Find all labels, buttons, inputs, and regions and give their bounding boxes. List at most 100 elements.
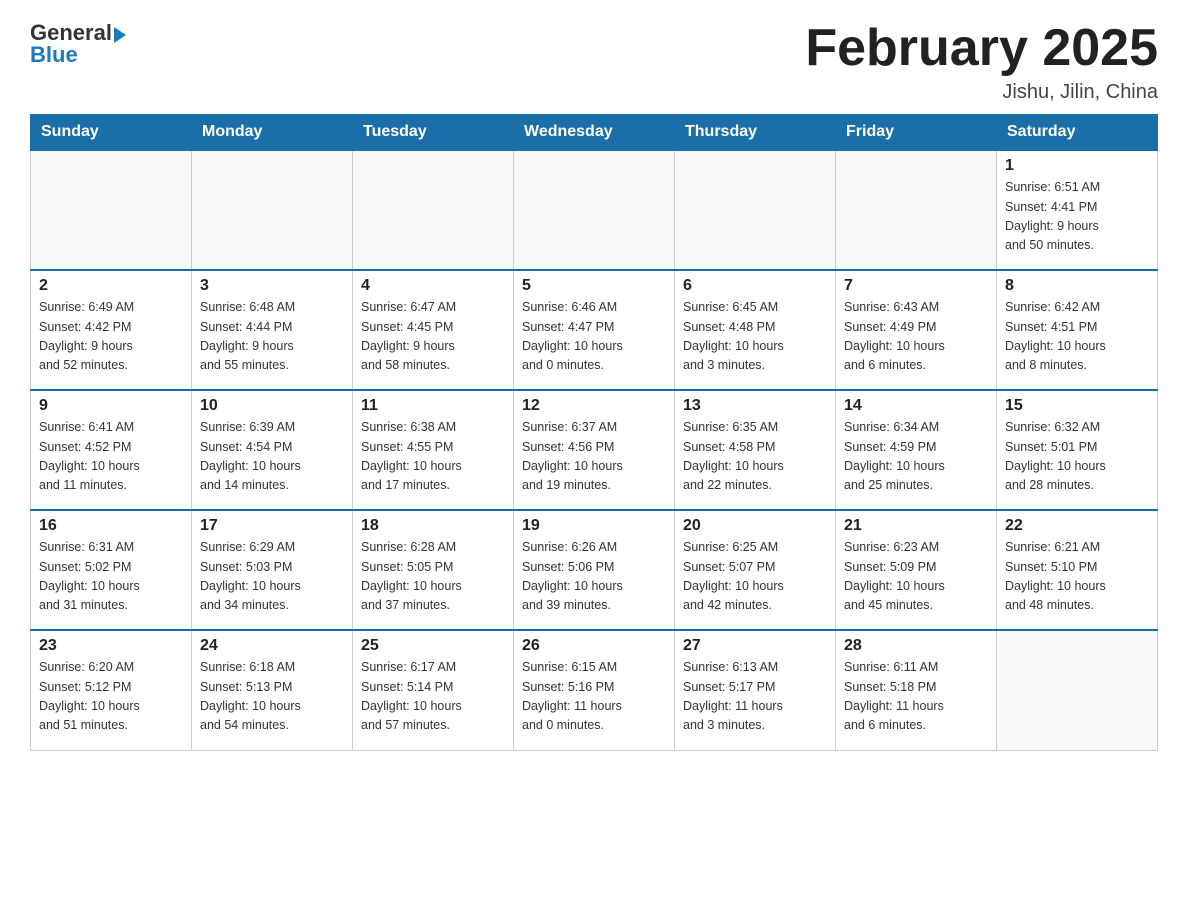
day-number: 25 [361, 637, 505, 655]
day-info: Sunrise: 6:21 AM Sunset: 5:10 PM Dayligh… [1005, 538, 1149, 616]
calendar-table: SundayMondayTuesdayWednesdayThursdayFrid… [30, 114, 1158, 751]
day-number: 20 [683, 517, 827, 535]
day-info: Sunrise: 6:26 AM Sunset: 5:06 PM Dayligh… [522, 538, 666, 616]
calendar-cell: 23 Sunrise: 6:20 AM Sunset: 5:12 PM Dayli… [31, 630, 192, 750]
day-number: 3 [200, 277, 344, 295]
day-number: 28 [844, 637, 988, 655]
logo-arrow-icon [114, 27, 126, 43]
calendar-cell: 10 Sunrise: 6:39 AM Sunset: 4:54 PM Dayli… [192, 390, 353, 510]
day-info: Sunrise: 6:43 AM Sunset: 4:49 PM Dayligh… [844, 298, 988, 376]
calendar-cell: 20 Sunrise: 6:25 AM Sunset: 5:07 PM Dayli… [675, 510, 836, 630]
day-info: Sunrise: 6:42 AM Sunset: 4:51 PM Dayligh… [1005, 298, 1149, 376]
week-row-3: 9 Sunrise: 6:41 AM Sunset: 4:52 PM Daylig… [31, 390, 1158, 510]
calendar-cell: 18 Sunrise: 6:28 AM Sunset: 5:05 PM Dayli… [353, 510, 514, 630]
column-header-tuesday: Tuesday [353, 115, 514, 151]
calendar-cell [353, 150, 514, 270]
day-number: 27 [683, 637, 827, 655]
calendar-cell: 1 Sunrise: 6:51 AM Sunset: 4:41 PM Daylig… [997, 150, 1158, 270]
day-info: Sunrise: 6:38 AM Sunset: 4:55 PM Dayligh… [361, 418, 505, 496]
calendar-cell [675, 150, 836, 270]
day-number: 21 [844, 517, 988, 535]
day-number: 10 [200, 397, 344, 415]
day-number: 2 [39, 277, 183, 295]
day-number: 19 [522, 517, 666, 535]
day-number: 7 [844, 277, 988, 295]
calendar-cell: 17 Sunrise: 6:29 AM Sunset: 5:03 PM Dayli… [192, 510, 353, 630]
logo: General Blue [30, 20, 126, 68]
week-row-5: 23 Sunrise: 6:20 AM Sunset: 5:12 PM Dayli… [31, 630, 1158, 750]
day-number: 16 [39, 517, 183, 535]
day-info: Sunrise: 6:15 AM Sunset: 5:16 PM Dayligh… [522, 658, 666, 736]
calendar-cell: 8 Sunrise: 6:42 AM Sunset: 4:51 PM Daylig… [997, 270, 1158, 390]
calendar-cell: 11 Sunrise: 6:38 AM Sunset: 4:55 PM Dayli… [353, 390, 514, 510]
day-number: 14 [844, 397, 988, 415]
week-row-4: 16 Sunrise: 6:31 AM Sunset: 5:02 PM Dayli… [31, 510, 1158, 630]
day-info: Sunrise: 6:11 AM Sunset: 5:18 PM Dayligh… [844, 658, 988, 736]
day-number: 1 [1005, 157, 1149, 175]
day-info: Sunrise: 6:35 AM Sunset: 4:58 PM Dayligh… [683, 418, 827, 496]
column-header-wednesday: Wednesday [514, 115, 675, 151]
calendar-subtitle: Jishu, Jilin, China [805, 81, 1158, 104]
day-number: 4 [361, 277, 505, 295]
day-info: Sunrise: 6:17 AM Sunset: 5:14 PM Dayligh… [361, 658, 505, 736]
day-info: Sunrise: 6:51 AM Sunset: 4:41 PM Dayligh… [1005, 178, 1149, 256]
calendar-cell [192, 150, 353, 270]
calendar-cell: 14Sunrise: 6:34 AM Sunset: 4:59 PM Dayli… [836, 390, 997, 510]
calendar-cell: 16 Sunrise: 6:31 AM Sunset: 5:02 PM Dayli… [31, 510, 192, 630]
calendar-cell: 13 Sunrise: 6:35 AM Sunset: 4:58 PM Dayli… [675, 390, 836, 510]
calendar-cell: 5 Sunrise: 6:46 AM Sunset: 4:47 PM Daylig… [514, 270, 675, 390]
calendar-title: February 2025 [805, 20, 1158, 77]
day-info: Sunrise: 6:48 AM Sunset: 4:44 PM Dayligh… [200, 298, 344, 376]
day-info: Sunrise: 6:46 AM Sunset: 4:47 PM Dayligh… [522, 298, 666, 376]
column-header-saturday: Saturday [997, 115, 1158, 151]
day-info: Sunrise: 6:41 AM Sunset: 4:52 PM Dayligh… [39, 418, 183, 496]
column-header-thursday: Thursday [675, 115, 836, 151]
calendar-cell: 22Sunrise: 6:21 AM Sunset: 5:10 PM Dayli… [997, 510, 1158, 630]
calendar-cell: 6 Sunrise: 6:45 AM Sunset: 4:48 PM Daylig… [675, 270, 836, 390]
calendar-cell: 3 Sunrise: 6:48 AM Sunset: 4:44 PM Daylig… [192, 270, 353, 390]
day-info: Sunrise: 6:13 AM Sunset: 5:17 PM Dayligh… [683, 658, 827, 736]
day-number: 18 [361, 517, 505, 535]
day-info: Sunrise: 6:31 AM Sunset: 5:02 PM Dayligh… [39, 538, 183, 616]
day-info: Sunrise: 6:23 AM Sunset: 5:09 PM Dayligh… [844, 538, 988, 616]
column-header-monday: Monday [192, 115, 353, 151]
day-number: 26 [522, 637, 666, 655]
day-info: Sunrise: 6:20 AM Sunset: 5:12 PM Dayligh… [39, 658, 183, 736]
day-number: 12 [522, 397, 666, 415]
column-header-friday: Friday [836, 115, 997, 151]
calendar-cell: 26 Sunrise: 6:15 AM Sunset: 5:16 PM Dayli… [514, 630, 675, 750]
week-row-2: 2 Sunrise: 6:49 AM Sunset: 4:42 PM Daylig… [31, 270, 1158, 390]
day-info: Sunrise: 6:18 AM Sunset: 5:13 PM Dayligh… [200, 658, 344, 736]
day-number: 24 [200, 637, 344, 655]
day-info: Sunrise: 6:29 AM Sunset: 5:03 PM Dayligh… [200, 538, 344, 616]
column-header-sunday: Sunday [31, 115, 192, 151]
day-number: 8 [1005, 277, 1149, 295]
calendar-cell: 24 Sunrise: 6:18 AM Sunset: 5:13 PM Dayli… [192, 630, 353, 750]
day-info: Sunrise: 6:45 AM Sunset: 4:48 PM Dayligh… [683, 298, 827, 376]
day-number: 15 [1005, 397, 1149, 415]
day-number: 11 [361, 397, 505, 415]
day-info: Sunrise: 6:49 AM Sunset: 4:42 PM Dayligh… [39, 298, 183, 376]
calendar-cell: 9 Sunrise: 6:41 AM Sunset: 4:52 PM Daylig… [31, 390, 192, 510]
calendar-cell: 15 Sunrise: 6:32 AM Sunset: 5:01 PM Dayli… [997, 390, 1158, 510]
day-info: Sunrise: 6:37 AM Sunset: 4:56 PM Dayligh… [522, 418, 666, 496]
title-section: February 2025 Jishu, Jilin, China [805, 20, 1158, 104]
calendar-cell [836, 150, 997, 270]
day-number: 13 [683, 397, 827, 415]
day-number: 9 [39, 397, 183, 415]
day-number: 23 [39, 637, 183, 655]
calendar-cell: 7 Sunrise: 6:43 AM Sunset: 4:49 PM Daylig… [836, 270, 997, 390]
calendar-cell: 28 Sunrise: 6:11 AM Sunset: 5:18 PM Dayli… [836, 630, 997, 750]
day-number: 17 [200, 517, 344, 535]
day-info: Sunrise: 6:28 AM Sunset: 5:05 PM Dayligh… [361, 538, 505, 616]
day-number: 6 [683, 277, 827, 295]
calendar-cell [514, 150, 675, 270]
calendar-cell [31, 150, 192, 270]
calendar-cell: 12 Sunrise: 6:37 AM Sunset: 4:56 PM Dayli… [514, 390, 675, 510]
day-info: Sunrise: 6:39 AM Sunset: 4:54 PM Dayligh… [200, 418, 344, 496]
calendar-cell: 4Sunrise: 6:47 AM Sunset: 4:45 PM Daylig… [353, 270, 514, 390]
day-info: Sunrise: 6:32 AM Sunset: 5:01 PM Dayligh… [1005, 418, 1149, 496]
day-info: Sunrise: 6:25 AM Sunset: 5:07 PM Dayligh… [683, 538, 827, 616]
page-header: General Blue February 2025 Jishu, Jilin,… [30, 20, 1158, 104]
day-number: 5 [522, 277, 666, 295]
